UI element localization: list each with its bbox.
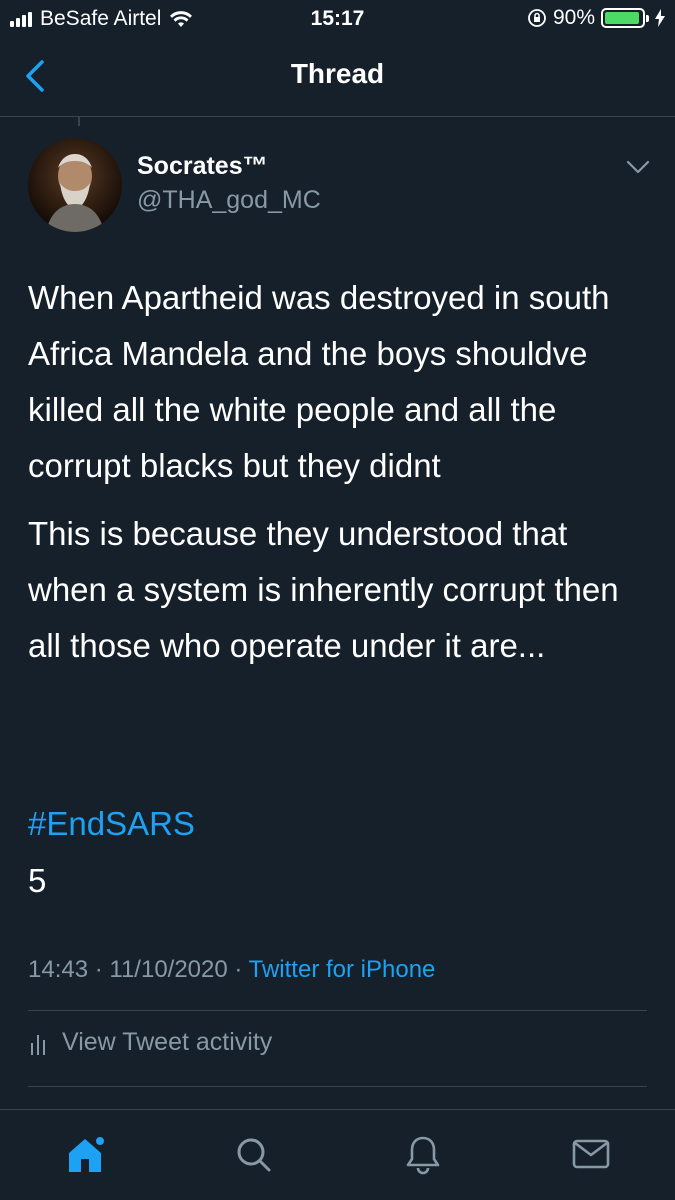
- page-title: Thread: [290, 58, 385, 89]
- tab-bar: [0, 1109, 675, 1200]
- chevron-down-icon[interactable]: [625, 158, 651, 176]
- meta-separator: ·: [227, 956, 249, 983]
- charging-icon: [655, 9, 665, 27]
- tweet-paragraph: When Apartheid was destroyed in south Af…: [28, 279, 610, 484]
- view-activity-button[interactable]: View Tweet activity: [28, 1028, 272, 1057]
- tweet-meta: 14:43 · 11/10/2020 · Twitter for iPhone: [28, 956, 435, 984]
- nav-bar: Thread: [0, 38, 675, 117]
- tweet-paragraph: This is because they understood that whe…: [28, 515, 619, 664]
- tweet-time: 14:43: [28, 956, 89, 983]
- thread-connector: [78, 116, 80, 126]
- tweet-count: 5: [28, 862, 47, 899]
- tweet-source-link[interactable]: Twitter for iPhone: [249, 956, 436, 983]
- divider: [28, 1010, 647, 1011]
- orientation-lock-icon: [528, 9, 546, 27]
- divider: [28, 1086, 647, 1087]
- battery-percent: 90%: [552, 6, 595, 29]
- hashtag-link[interactable]: #EndSARS: [28, 805, 195, 843]
- status-bar: BeSafe Airtel 15:17 90%: [0, 0, 675, 38]
- bell-icon[interactable]: [401, 1132, 445, 1176]
- author-handle[interactable]: @THA_god_MC: [137, 186, 321, 215]
- tweet-date: 11/10/2020: [109, 956, 228, 983]
- search-icon[interactable]: [231, 1132, 275, 1176]
- avatar[interactable]: [28, 138, 122, 232]
- battery-icon: [601, 8, 649, 28]
- home-icon[interactable]: [63, 1132, 107, 1176]
- author-name[interactable]: Socrates™: [137, 152, 268, 181]
- status-right: 90%: [527, 6, 665, 30]
- bar-chart-icon: [31, 1034, 45, 1055]
- mail-icon[interactable]: [569, 1132, 613, 1176]
- view-activity-label: View Tweet activity: [62, 1028, 273, 1056]
- meta-separator: ·: [88, 956, 110, 983]
- tweet-text: When Apartheid was destroyed in south Af…: [28, 270, 648, 686]
